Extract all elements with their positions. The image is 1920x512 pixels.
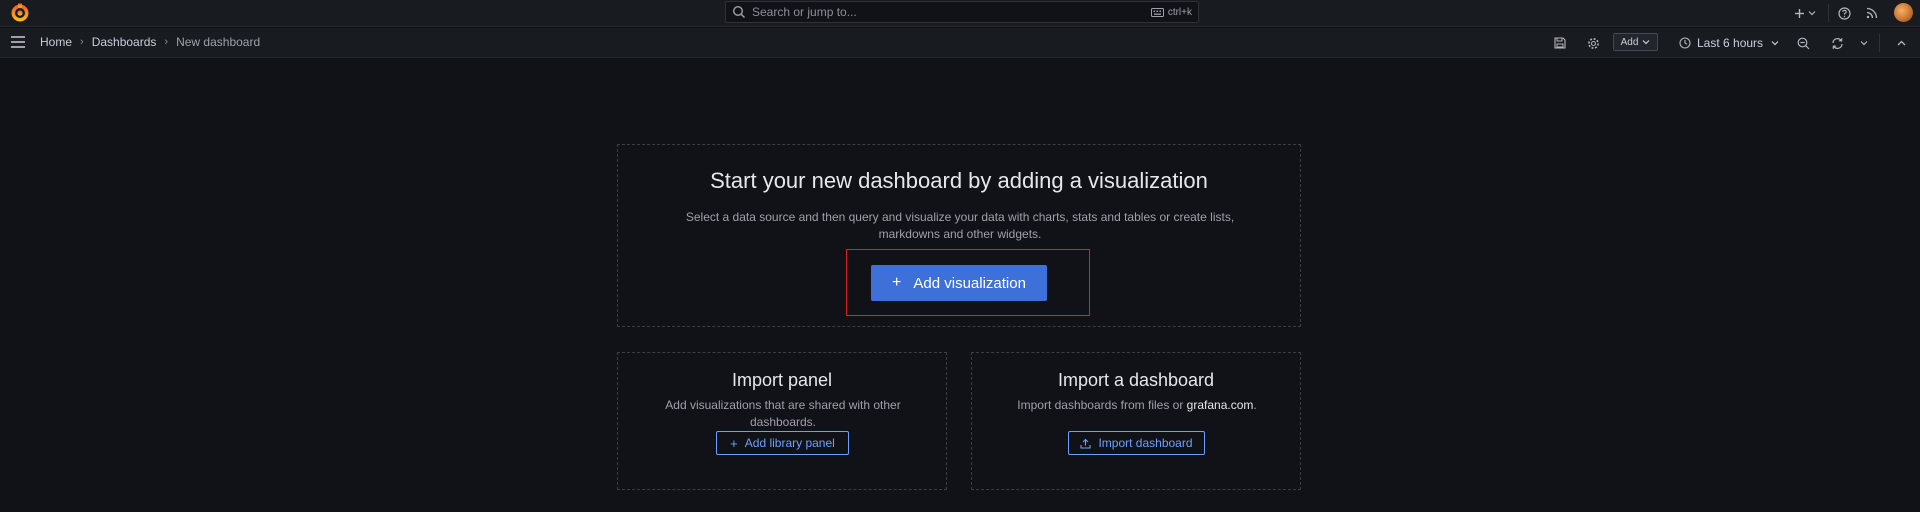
keyboard-shortcut: ctrl+k [1150, 6, 1192, 18]
grafana-com-link[interactable]: grafana.com [1187, 398, 1254, 412]
import-panel-card: Import panel Add visualizations that are… [617, 352, 947, 490]
breadcrumb-separator: › [164, 36, 169, 48]
upload-icon [1080, 438, 1092, 449]
description-line: markdowns and other widgets. [878, 227, 1042, 241]
menu-icon[interactable] [10, 35, 26, 49]
help-icon [1837, 6, 1851, 20]
breadcrumb-home[interactable]: Home [40, 35, 72, 49]
breadcrumb-separator: › [80, 36, 84, 48]
search-input[interactable]: Search or jump to... ctrl+k [725, 1, 1199, 23]
grafana-logo-icon[interactable] [10, 3, 30, 23]
news-rss-icon [1866, 7, 1878, 19]
description-suffix: . [1253, 398, 1257, 412]
import-dashboard-button[interactable]: Import dashboard [1068, 431, 1205, 455]
shortcut-label: ctrl+k [1167, 6, 1192, 18]
plus-icon: + [892, 274, 902, 291]
add-button-label: Add [1620, 36, 1639, 48]
card-title: Start your new dashboard by adding a vis… [710, 168, 1208, 193]
breadcrumb: Home › Dashboards › New dashboard [40, 35, 260, 49]
description-text: Import dashboards from files or [1017, 398, 1187, 412]
zoom-out-icon [1797, 37, 1809, 49]
avatar[interactable] [1894, 3, 1913, 22]
save-icon [1554, 37, 1566, 49]
divider [1828, 4, 1829, 22]
new-menu-button[interactable] [1792, 4, 1818, 22]
refresh-icon [1831, 37, 1843, 49]
description-line: Select a data source and then query and … [685, 210, 1235, 224]
refresh-interval-button[interactable] [1857, 34, 1871, 52]
add-button[interactable]: Add [1613, 33, 1658, 51]
keyboard-icon [1150, 7, 1164, 17]
refresh-button[interactable] [1829, 34, 1845, 52]
add-visualization-card: Start your new dashboard by adding a vis… [617, 144, 1301, 327]
clock-icon [1679, 37, 1691, 49]
button-label: Import dashboard [1098, 436, 1193, 450]
import-dashboard-card: Import a dashboard Import dashboards fro… [971, 352, 1301, 490]
button-label: Add visualization [913, 274, 1026, 292]
chevron-down-icon [1771, 41, 1779, 46]
divider [1879, 34, 1880, 52]
chevron-down-icon [1808, 11, 1816, 16]
collapse-header-button[interactable] [1894, 34, 1908, 52]
card-title: Import panel [731, 370, 833, 390]
news-button[interactable] [1864, 4, 1880, 22]
description-line: dashboards. [749, 415, 817, 429]
time-range-label: Last 6 hours [1697, 36, 1764, 50]
breadcrumb-current: New dashboard [176, 35, 261, 49]
zoom-out-button[interactable] [1795, 34, 1811, 52]
add-library-panel-button[interactable]: + Add library panel [716, 431, 849, 455]
search-icon [732, 5, 745, 18]
chevron-down-icon [1642, 40, 1650, 45]
card-description: Import dashboards from files or grafana.… [1002, 397, 1272, 414]
gear-icon [1587, 37, 1599, 49]
dashboard-settings-button[interactable] [1585, 34, 1601, 52]
breadcrumb-dashboards[interactable]: Dashboards [92, 35, 157, 49]
plus-icon: + [730, 435, 738, 451]
plus-icon [1795, 8, 1804, 18]
search-placeholder: Search or jump to... [752, 5, 857, 19]
top-bar: Search or jump to... ctrl+k [0, 0, 1920, 27]
save-dashboard-button[interactable] [1552, 34, 1568, 52]
add-visualization-button[interactable]: + Add visualization [871, 265, 1047, 301]
time-range-picker[interactable]: Last 6 hours [1679, 34, 1785, 52]
help-button[interactable] [1836, 4, 1852, 22]
card-title: Import a dashboard [1057, 370, 1215, 390]
button-label: Add library panel [744, 436, 835, 450]
chevron-down-icon [1860, 41, 1868, 46]
chevron-up-icon [1897, 40, 1905, 45]
card-description: Select a data source and then query and … [678, 209, 1242, 243]
description-line: Add visualizations that are shared with … [665, 398, 901, 412]
nav-bar: Home › Dashboards › New dashboard Add La… [0, 28, 1920, 58]
card-description: Add visualizations that are shared with … [648, 397, 918, 431]
